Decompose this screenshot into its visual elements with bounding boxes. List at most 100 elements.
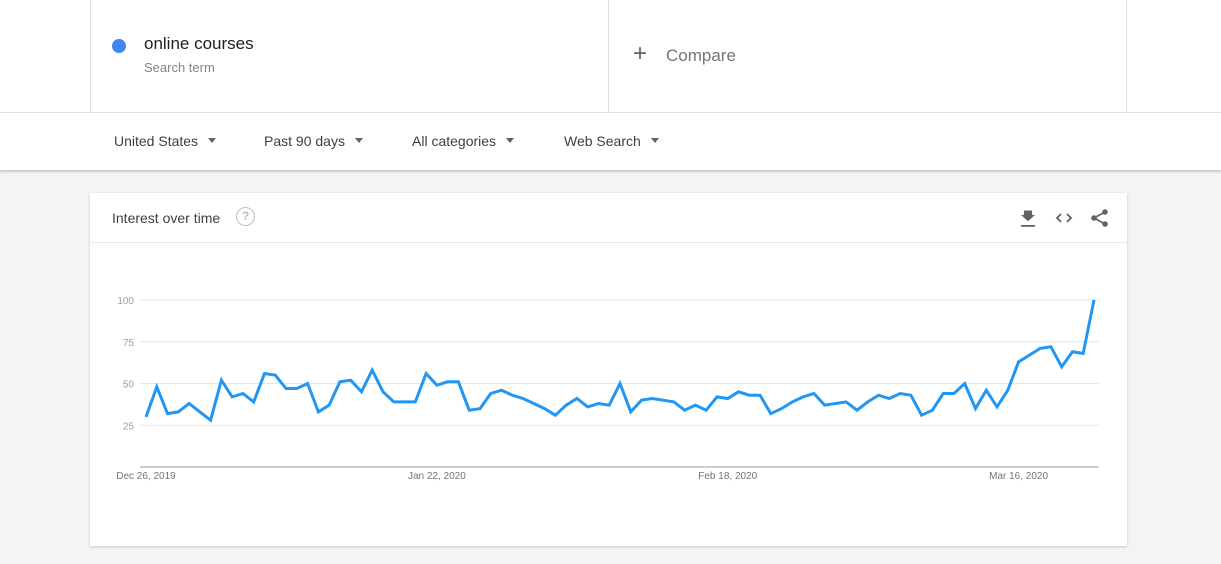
data-point[interactable] [927, 405, 937, 415]
data-point[interactable] [658, 395, 668, 405]
category-filter[interactable]: All categories [412, 133, 515, 149]
embed-code-icon[interactable] [1053, 207, 1075, 229]
data-point[interactable] [550, 410, 560, 420]
data-point[interactable] [1003, 385, 1013, 395]
data-point[interactable] [615, 379, 625, 389]
data-point[interactable] [766, 409, 776, 419]
data-point[interactable] [464, 405, 474, 415]
data-point[interactable] [787, 397, 797, 407]
download-icon[interactable] [1017, 207, 1039, 229]
data-point[interactable] [809, 389, 819, 399]
interest-line-chart[interactable]: 25 50 75 100 Dec 26, 2019 Jan 22, 2020 Feb 18,… [90, 243, 1127, 543]
data-point[interactable] [777, 404, 787, 414]
data-point[interactable] [486, 389, 496, 399]
region-filter[interactable]: United States [114, 133, 217, 149]
data-point[interactable] [626, 407, 636, 417]
data-point[interactable] [906, 390, 916, 400]
data-point[interactable] [453, 377, 463, 387]
data-point[interactable] [593, 399, 603, 409]
data-point[interactable] [367, 365, 377, 375]
data-point[interactable] [734, 387, 744, 397]
data-point[interactable] [690, 400, 700, 410]
data-point[interactable] [497, 385, 507, 395]
search-term-name[interactable]: online courses [144, 34, 254, 54]
data-point[interactable] [141, 412, 151, 422]
data-point[interactable] [163, 409, 173, 419]
data-point[interactable] [830, 399, 840, 409]
data-point[interactable] [378, 387, 388, 397]
data-point[interactable] [1067, 347, 1077, 357]
data-point[interactable] [260, 368, 270, 378]
data-point[interactable] [820, 400, 830, 410]
search-type-filter[interactable]: Web Search [564, 133, 659, 149]
data-point[interactable] [195, 407, 205, 417]
data-point[interactable] [410, 397, 420, 407]
data-point[interactable] [960, 379, 970, 389]
data-point[interactable] [884, 394, 894, 404]
data-point[interactable] [863, 397, 873, 407]
data-point[interactable] [798, 392, 808, 402]
data-point[interactable] [540, 404, 550, 414]
data-point[interactable] [583, 402, 593, 412]
data-point[interactable] [701, 405, 711, 415]
data-point[interactable] [755, 390, 765, 400]
data-point[interactable] [669, 397, 679, 407]
data-point[interactable] [1057, 362, 1067, 372]
data-point[interactable] [400, 397, 410, 407]
compare-button[interactable]: + Compare [609, 0, 1127, 112]
data-point[interactable] [475, 404, 485, 414]
data-point[interactable] [206, 415, 216, 425]
data-point[interactable] [421, 368, 431, 378]
data-point[interactable] [1078, 348, 1088, 358]
data-point[interactable] [238, 389, 248, 399]
data-point[interactable] [346, 375, 356, 385]
data-point[interactable] [443, 377, 453, 387]
data-point[interactable] [895, 389, 905, 399]
data-point[interactable] [604, 400, 614, 410]
data-point[interactable] [184, 399, 194, 409]
data-point[interactable] [507, 390, 517, 400]
data-point[interactable] [389, 397, 399, 407]
data-point[interactable] [1024, 350, 1034, 360]
data-point[interactable] [852, 405, 862, 415]
data-point[interactable] [270, 370, 280, 380]
data-point[interactable] [561, 400, 571, 410]
data-point[interactable] [529, 399, 539, 409]
data-point[interactable] [917, 410, 927, 420]
data-point[interactable] [335, 377, 345, 387]
data-point[interactable] [992, 402, 1002, 412]
data-point[interactable] [949, 389, 959, 399]
data-point[interactable] [281, 384, 291, 394]
data-point[interactable] [971, 404, 981, 414]
data-point[interactable] [518, 394, 528, 404]
data-point[interactable] [249, 397, 259, 407]
data-point[interactable] [1089, 295, 1099, 305]
data-point[interactable] [313, 407, 323, 417]
data-point[interactable] [292, 384, 302, 394]
data-point[interactable] [572, 394, 582, 404]
data-point[interactable] [152, 382, 162, 392]
data-point[interactable] [680, 405, 690, 415]
time-range-filter[interactable]: Past 90 days [264, 133, 363, 149]
data-point[interactable] [938, 389, 948, 399]
data-point[interactable] [1035, 343, 1045, 353]
data-point[interactable] [303, 379, 313, 389]
help-icon[interactable]: ? [236, 207, 255, 226]
data-point[interactable] [723, 394, 733, 404]
data-point[interactable] [1046, 342, 1056, 352]
data-point[interactable] [227, 392, 237, 402]
data-point[interactable] [841, 397, 851, 407]
share-icon[interactable] [1089, 207, 1111, 229]
data-point[interactable] [637, 395, 647, 405]
data-point[interactable] [981, 385, 991, 395]
data-point[interactable] [712, 392, 722, 402]
data-point[interactable] [874, 390, 884, 400]
data-point[interactable] [324, 400, 334, 410]
data-point[interactable] [1014, 357, 1024, 367]
data-point[interactable] [356, 387, 366, 397]
data-point[interactable] [432, 380, 442, 390]
data-point[interactable] [647, 394, 657, 404]
data-point[interactable] [173, 407, 183, 417]
data-point[interactable] [744, 390, 754, 400]
search-term-card[interactable]: online courses Search term [90, 0, 609, 112]
